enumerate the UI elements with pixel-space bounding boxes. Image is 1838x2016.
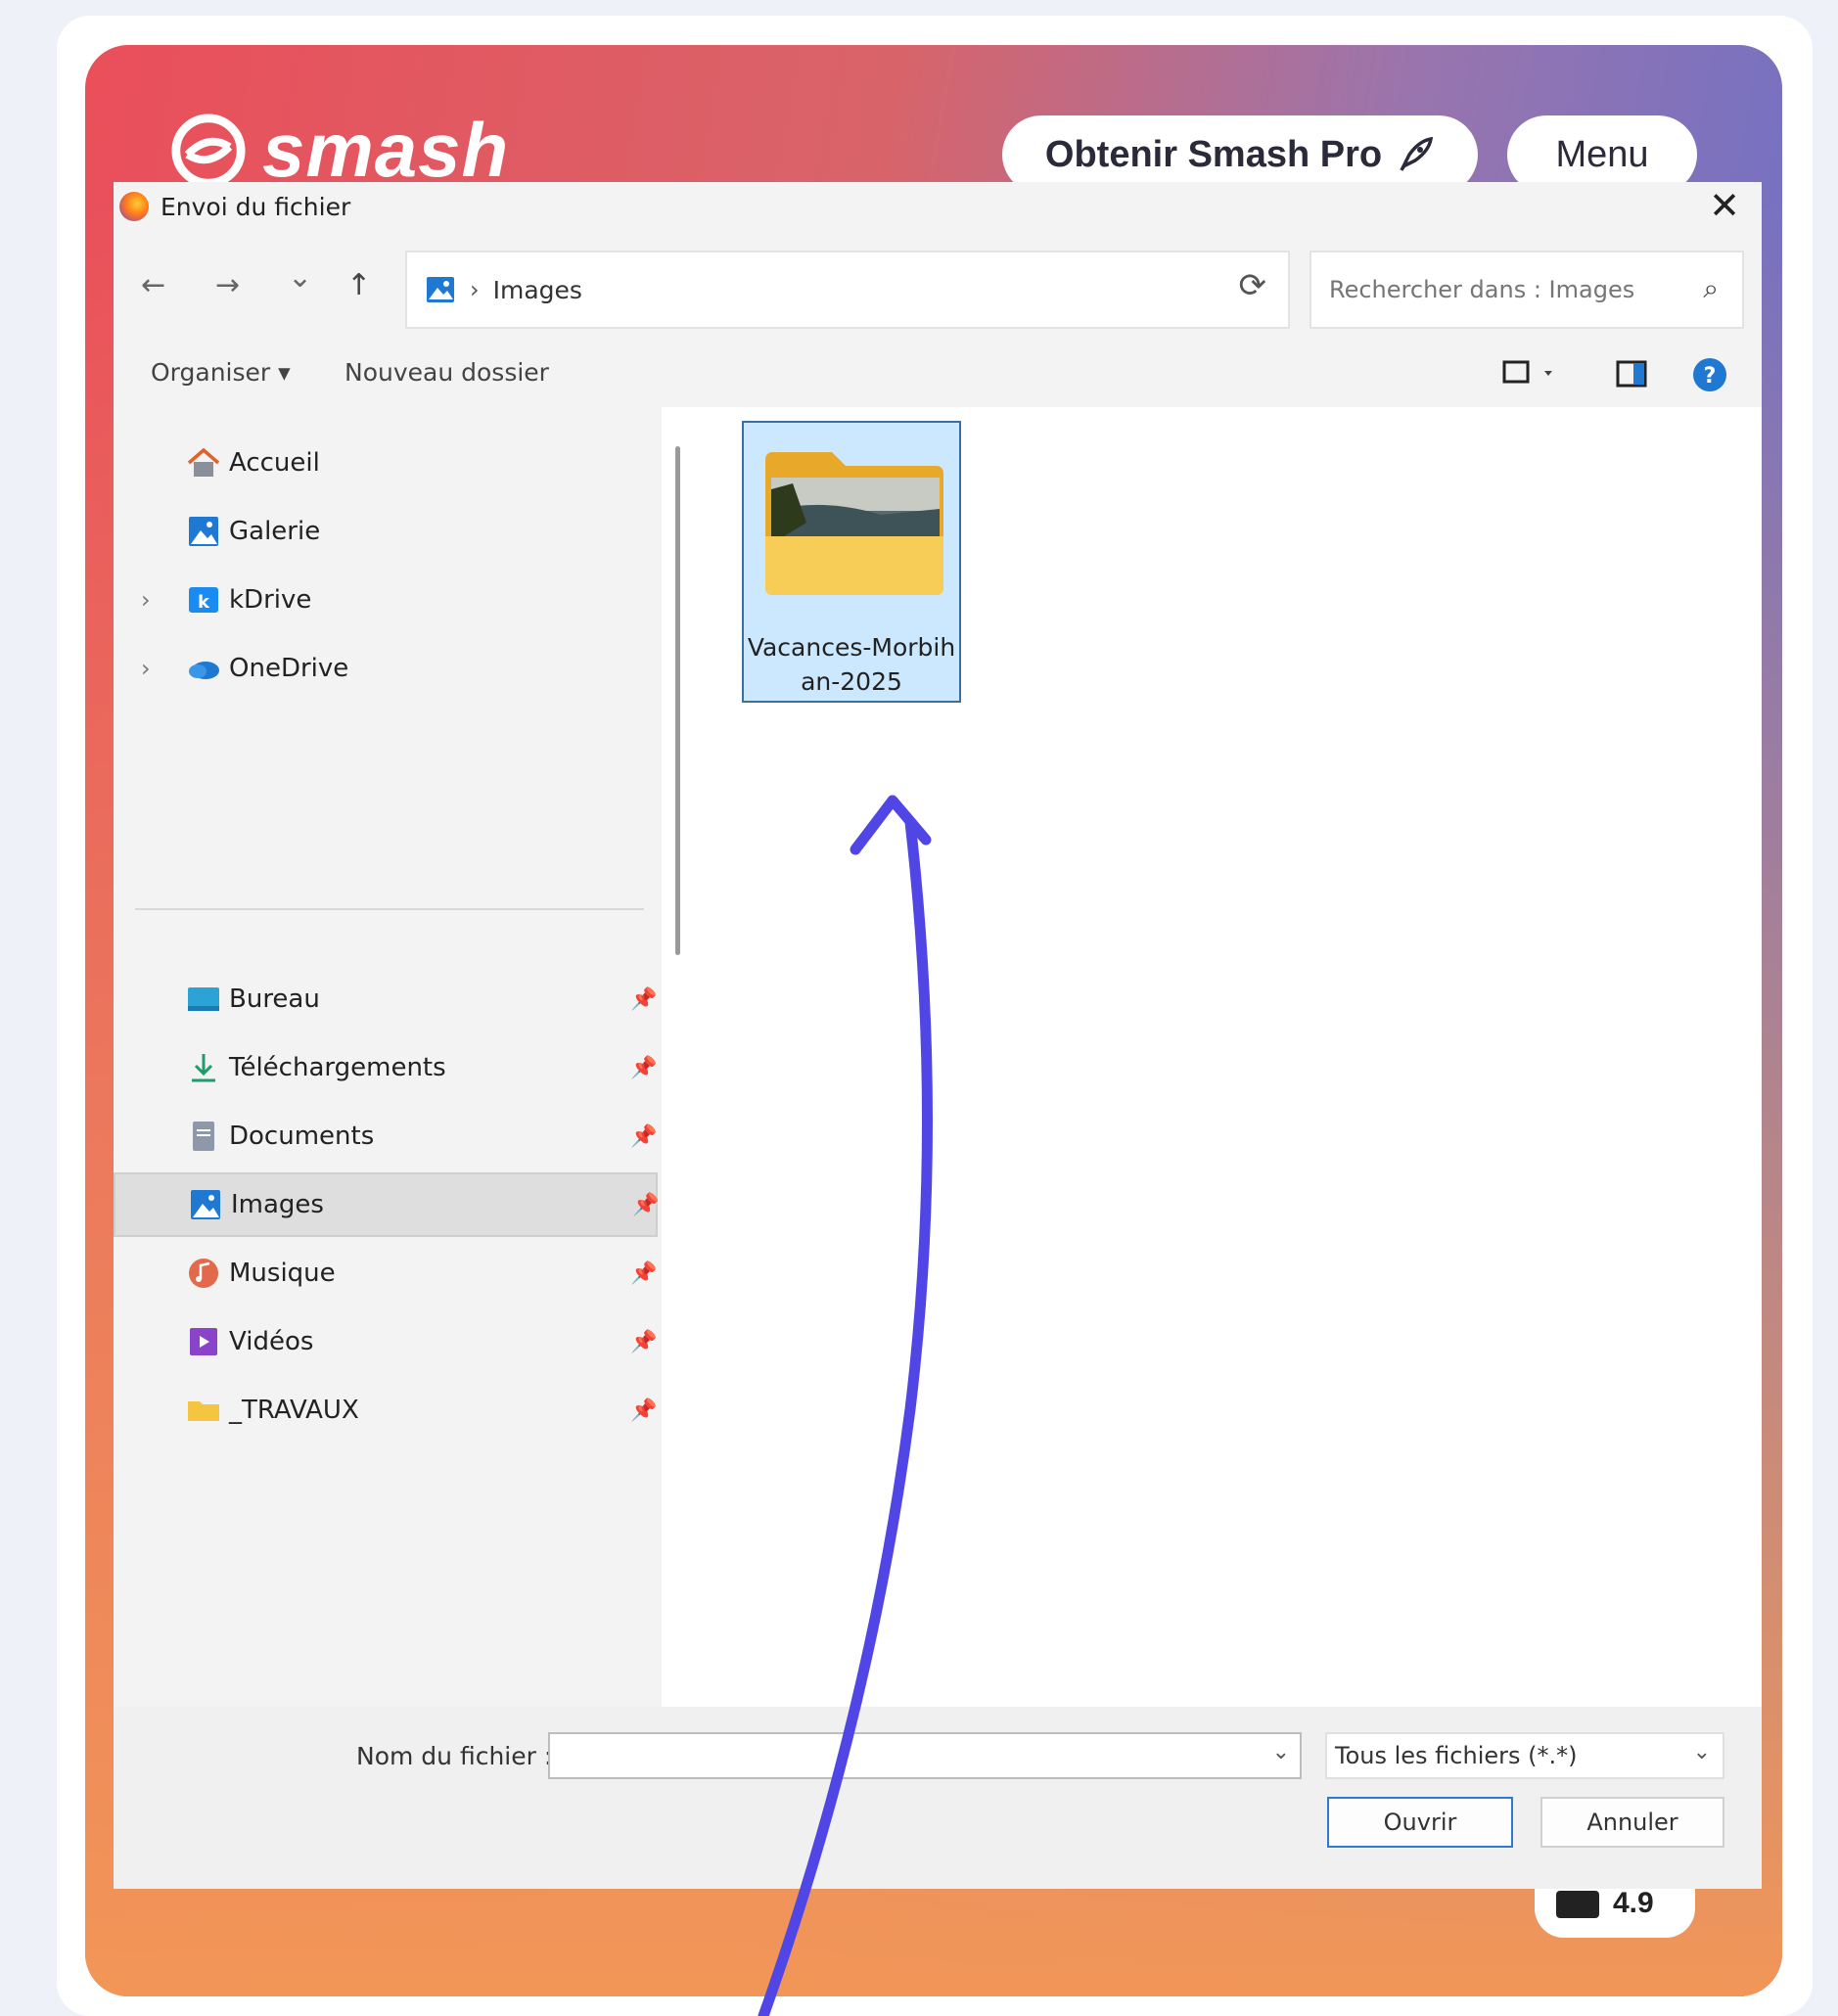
- rating-value: 4.9: [1613, 1887, 1654, 1919]
- sidebar-item-label: kDrive: [229, 585, 312, 615]
- folder-name: Vacances-Morbih an-2025: [744, 630, 959, 699]
- file-upload-dialog: Envoi du fichier ✕ ← → ⌄ ↑ › Images ⟳ ⌕ …: [114, 182, 1762, 1889]
- organize-menu[interactable]: Organiser ▾: [151, 358, 291, 387]
- sidebar-item-label: Vidéos: [229, 1327, 314, 1356]
- pin-icon[interactable]: 📌: [630, 1124, 657, 1149]
- help-icon[interactable]: ?: [1691, 356, 1728, 393]
- sidebar-item-label: Musique: [229, 1259, 336, 1288]
- sidebar-item-label: Galerie: [229, 517, 321, 546]
- dialog-titlebar: Envoi du fichier ✕: [114, 182, 1762, 231]
- filename-input[interactable]: ⌄: [548, 1732, 1302, 1779]
- back-icon[interactable]: ←: [141, 268, 165, 302]
- folder-name-line-2: an-2025: [801, 667, 902, 696]
- videos-icon: [190, 1328, 217, 1355]
- music-icon: [189, 1259, 218, 1288]
- pin-icon[interactable]: 📌: [630, 1261, 657, 1286]
- sidebar-item-musique[interactable]: Musique 📌: [114, 1241, 658, 1306]
- svg-text:?: ?: [1704, 364, 1717, 389]
- new-folder-button[interactable]: Nouveau dossier: [345, 358, 549, 387]
- expand-chevron-icon[interactable]: ›: [141, 655, 151, 682]
- sidebar-item-accueil[interactable]: Accueil: [114, 431, 658, 495]
- pin-icon[interactable]: 📌: [630, 1330, 657, 1354]
- file-type-select[interactable]: Tous les fichiers (*.*) ⌄: [1325, 1732, 1724, 1779]
- rocket-icon: [1400, 136, 1434, 171]
- x-logo-icon: [1556, 1891, 1599, 1918]
- documents-icon: [193, 1122, 214, 1151]
- sidebar-item-documents[interactable]: Documents 📌: [114, 1104, 658, 1168]
- sidebar-item-label: OneDrive: [229, 654, 349, 683]
- desktop-icon: [188, 987, 219, 1011]
- sidebar-scrollbar[interactable]: [675, 446, 680, 955]
- refresh-icon[interactable]: ⟳: [1239, 266, 1267, 305]
- dialog-title: Envoi du fichier: [161, 192, 351, 221]
- folder-thumbnail-icon: [765, 452, 943, 595]
- sidebar-item-label: Documents: [229, 1122, 375, 1151]
- up-icon[interactable]: ↑: [346, 268, 371, 302]
- pin-icon[interactable]: 📌: [630, 1398, 657, 1423]
- search-box[interactable]: ⌕: [1310, 251, 1744, 329]
- chevron-down-icon[interactable]: ⌄: [1693, 1740, 1711, 1764]
- svg-text:k: k: [198, 592, 210, 613]
- folder-icon: [188, 1401, 219, 1421]
- close-icon[interactable]: ✕: [1709, 184, 1740, 227]
- kdrive-icon: k: [189, 587, 218, 613]
- command-bar: Organiser ▾ Nouveau dossier ?: [114, 341, 1762, 407]
- folder-name-line-1: Vacances-Morbih: [747, 633, 956, 662]
- get-smash-pro-label: Obtenir Smash Pro: [1044, 133, 1383, 175]
- firefox-icon: [119, 192, 149, 221]
- navigation-pane: Accueil Galerie › k kDrive › OneDrive Bu…: [114, 407, 680, 1707]
- chevron-down-icon[interactable]: ⌄: [1272, 1740, 1290, 1764]
- navigation-bar: ← → ⌄ ↑ › Images ⟳ ⌕: [114, 231, 1762, 341]
- home-icon: [187, 447, 220, 477]
- sidebar-item-label: _TRAVAUX: [229, 1396, 359, 1425]
- folder-item[interactable]: Vacances-Morbih an-2025: [742, 421, 961, 703]
- file-type-value: Tous les fichiers (*.*): [1335, 1742, 1578, 1769]
- pin-icon[interactable]: 📌: [632, 1193, 659, 1217]
- sidebar-item-images[interactable]: Images 📌: [114, 1172, 659, 1237]
- pictures-icon: [427, 277, 454, 302]
- pin-icon[interactable]: 📌: [630, 987, 657, 1012]
- pictures-icon: [191, 1190, 220, 1219]
- file-list: Vacances-Morbih an-2025: [701, 407, 1762, 1707]
- sidebar-divider: [135, 908, 644, 910]
- forward-icon[interactable]: →: [215, 268, 240, 302]
- sidebar-item-label: Accueil: [229, 448, 320, 478]
- onedrive-icon: [189, 662, 219, 679]
- smash-logo-icon: [171, 113, 246, 188]
- download-icon: [192, 1054, 215, 1082]
- dialog-footer: Nom du fichier : ⌄ Tous les fichiers (*.…: [114, 1707, 1762, 1889]
- recent-locations-chevron-icon[interactable]: ⌄: [288, 260, 312, 295]
- sidebar-item-label: Bureau: [229, 985, 320, 1014]
- search-icon[interactable]: ⌕: [1703, 272, 1719, 305]
- gallery-icon: [189, 517, 218, 546]
- sidebar-item-galerie[interactable]: Galerie: [114, 499, 658, 564]
- sidebar-item-onedrive[interactable]: › OneDrive: [114, 636, 658, 701]
- sidebar-item-kdrive[interactable]: › k kDrive: [114, 568, 658, 632]
- address-bar[interactable]: › Images ⟳: [405, 251, 1290, 329]
- search-input[interactable]: [1327, 275, 1683, 304]
- cancel-button[interactable]: Annuler: [1540, 1797, 1724, 1848]
- sidebar-item-label: Téléchargements: [229, 1053, 446, 1082]
- breadcrumb-images[interactable]: Images: [493, 276, 582, 304]
- sidebar-item-bureau[interactable]: Bureau 📌: [114, 967, 658, 1031]
- sidebar-item-telechargements[interactable]: Téléchargements 📌: [114, 1035, 658, 1100]
- preview-pane-icon[interactable]: [1615, 356, 1650, 391]
- pin-icon[interactable]: 📌: [630, 1056, 657, 1080]
- sidebar-item-travaux[interactable]: _TRAVAUX 📌: [114, 1378, 658, 1443]
- expand-chevron-icon[interactable]: ›: [141, 586, 151, 614]
- filename-label: Nom du fichier :: [356, 1742, 553, 1770]
- sidebar-item-label: Images: [231, 1190, 324, 1219]
- open-button[interactable]: Ouvrir: [1327, 1797, 1513, 1848]
- view-options-icon[interactable]: [1501, 356, 1560, 391]
- sidebar-item-videos[interactable]: Vidéos 📌: [114, 1309, 658, 1374]
- breadcrumb-separator: ›: [470, 276, 480, 303]
